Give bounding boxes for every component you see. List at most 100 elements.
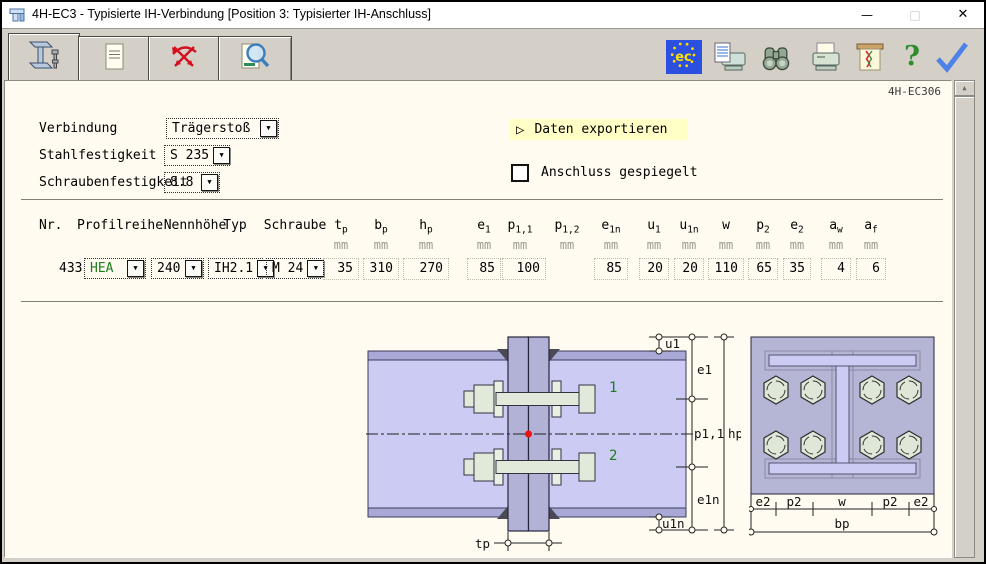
value-w[interactable]: 110 (708, 258, 744, 280)
end-view-drawing: e2 p2 w p2 e2 bp (749, 335, 949, 555)
col-header-af: af (864, 218, 878, 236)
dim-label-e1n: e1n (697, 492, 720, 507)
scroll-up-icon[interactable]: ▲ (954, 80, 975, 96)
unit-label: mm (790, 238, 804, 252)
bolt-row-label-2: 2 (609, 448, 617, 464)
chevron-down-icon[interactable]: ▼ (201, 174, 218, 191)
row-number: 433 (59, 261, 82, 276)
col-header-aw: aw (829, 218, 843, 236)
value-e1n[interactable]: 85 (594, 258, 628, 280)
value-af[interactable]: 6 (856, 258, 886, 280)
value-tp[interactable]: 35 (323, 258, 359, 280)
unit-label: mm (374, 238, 388, 252)
col-header-nennhoehe: Nennhöhe (164, 218, 227, 233)
col-header-e1n: e1n (601, 218, 620, 236)
binoculars-icon[interactable] (758, 39, 794, 75)
nennhoehe-dropdown[interactable]: 240 ▼ (151, 258, 204, 279)
dim-label-w: w (838, 494, 846, 509)
unit-label: mm (864, 238, 878, 252)
text-document-button[interactable] (78, 36, 150, 82)
schraube-dropdown[interactable]: M 24 ▼ (266, 258, 321, 279)
side-view-drawing: 1 2 (366, 329, 741, 559)
crossed-arrows-icon (165, 39, 203, 79)
chevron-down-icon[interactable]: ▼ (213, 147, 230, 164)
ec-icon-label: ec (675, 50, 692, 65)
maximize-icon: □ (900, 2, 930, 28)
dim-label-p2-left: p2 (786, 494, 801, 509)
col-header-p2: p2 (756, 218, 770, 236)
value-e2[interactable]: 35 (783, 258, 811, 280)
help-button[interactable]: ? (898, 39, 926, 75)
scrollbar-thumb[interactable] (954, 96, 975, 558)
col-header-hp: hp (419, 218, 433, 236)
value-bp[interactable]: 310 (363, 258, 399, 280)
stahlfestigkeit-dropdown[interactable]: S 235 ▼ (164, 145, 230, 166)
loads-button[interactable] (148, 36, 220, 82)
unit-label: mm (477, 238, 491, 252)
col-header-p12: p1,2 (555, 218, 580, 236)
dim-label-e2-left: e2 (755, 494, 770, 509)
col-header-w: w (722, 218, 730, 236)
document-icon (98, 40, 130, 78)
unit-label: mm (419, 238, 433, 252)
dim-label-p11: p1,1 (694, 426, 724, 441)
col-header-typ: Typ (223, 218, 246, 233)
dim-label-bp: bp (834, 516, 849, 531)
protocol-button[interactable] (852, 39, 888, 75)
confirm-button[interactable] (932, 39, 972, 75)
app-icon (9, 7, 27, 23)
value-hp[interactable]: 270 (403, 258, 449, 280)
col-header-e2: e2 (790, 218, 804, 236)
schraubenfestigkeit-dropdown[interactable]: 8.8 ▼ (164, 172, 220, 193)
verbindung-dropdown[interactable]: Trägerstoß ▼ (166, 118, 279, 139)
separator (21, 199, 943, 200)
steel-beam-icon (27, 38, 61, 78)
question-mark-icon: ? (904, 40, 920, 74)
chevron-down-icon[interactable]: ▼ (127, 260, 144, 277)
col-header-profilreihe: Profilreihe (77, 218, 163, 233)
col-header-p11: p1,1 (508, 218, 533, 236)
dim-label-e1: e1 (697, 362, 712, 377)
magnifier-document-icon (236, 39, 274, 79)
preview-button[interactable] (218, 36, 292, 82)
print-button[interactable] (808, 39, 844, 75)
minimize-icon[interactable]: — (852, 2, 882, 28)
profilreihe-dropdown[interactable]: HEA ▼ (84, 258, 146, 279)
vertical-scrollbar[interactable]: ▲ (954, 80, 975, 558)
col-header-schraube: Schraube (264, 218, 327, 233)
value-e1[interactable]: 85 (467, 258, 501, 280)
unit-label: mm (682, 238, 696, 252)
value-p2[interactable]: 65 (748, 258, 778, 280)
verbindung-label: Verbindung (39, 121, 117, 139)
typ-dropdown[interactable]: IH2.1 ▼ (208, 258, 263, 279)
profile-connection-button[interactable] (8, 33, 80, 82)
chevron-down-icon[interactable]: ▼ (260, 120, 277, 137)
value-u1[interactable]: 20 (639, 258, 669, 280)
chevron-down-icon[interactable]: ▼ (185, 260, 202, 277)
module-code: 4H-EC306 (888, 85, 941, 98)
center-point (525, 431, 532, 438)
col-header-nr: Nr. (39, 218, 62, 233)
value-u1n[interactable]: 20 (674, 258, 704, 280)
close-icon[interactable]: ✕ (946, 2, 980, 28)
unit-label: mm (513, 238, 527, 252)
print-list-button[interactable] (712, 39, 748, 75)
col-header-bp: bp (374, 218, 388, 236)
unit-label: mm (719, 238, 733, 252)
eurocode-button[interactable]: ec (666, 39, 702, 75)
unit-label: mm (560, 238, 574, 252)
unit-label: mm (604, 238, 618, 252)
dim-label-hp: hp (728, 426, 741, 441)
window-title: 4H-EC3 - Typisierte IH-Verbindung [Posit… (32, 7, 431, 21)
bolt-row-label-1: 1 (609, 380, 617, 396)
value-aw[interactable]: 4 (821, 258, 851, 280)
export-data-button[interactable]: ▷ Daten exportieren (509, 119, 687, 140)
value-p11[interactable]: 100 (502, 258, 546, 280)
col-header-u1: u1 (647, 218, 661, 236)
unit-label: mm (829, 238, 843, 252)
mirror-checkbox[interactable] (511, 164, 529, 182)
unit-label: mm (756, 238, 770, 252)
chevron-down-icon[interactable]: ▼ (307, 260, 324, 277)
title-bar[interactable]: 4H-EC3 - Typisierte IH-Verbindung [Posit… (2, 2, 984, 28)
mirror-checkbox-label: Anschluss gespiegelt (541, 165, 698, 180)
